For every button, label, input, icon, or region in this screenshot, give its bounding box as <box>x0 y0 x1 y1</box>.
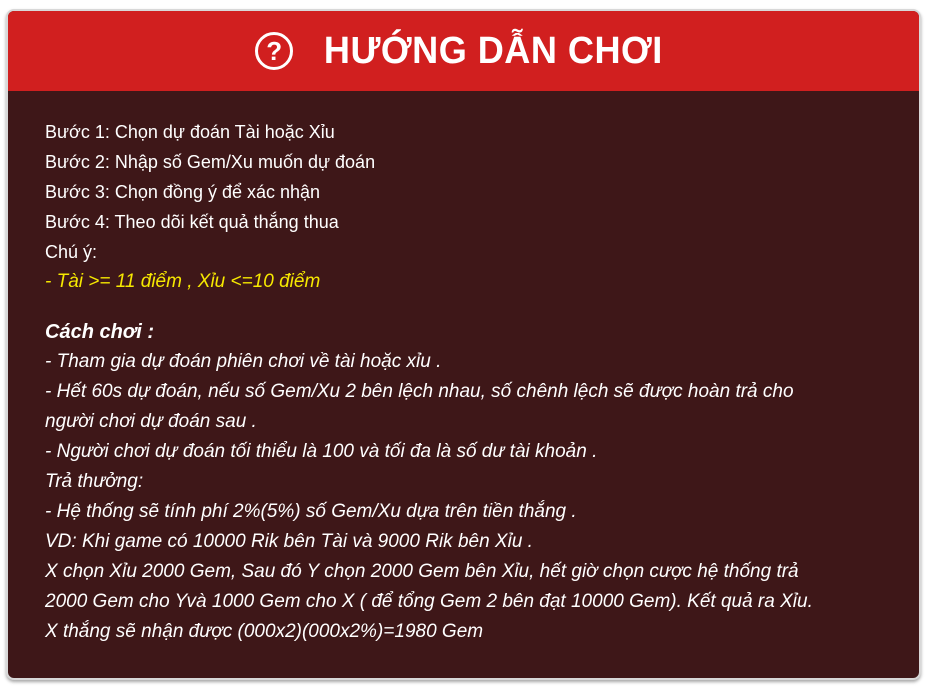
rule-line: X chọn Xỉu 2000 Gem, Sau đó Y chọn 2000 … <box>45 561 799 582</box>
rule-line: 2000 Gem cho Yvà 1000 Gem cho X ( để tổn… <box>45 591 813 612</box>
rule-line: - Hệ thống sẽ tính phí 2%(5%) số Gem/Xu … <box>45 501 577 522</box>
rule-line: - Người chơi dự đoán tối thiểu là 100 và… <box>45 441 598 462</box>
guide-content: Bước 1: Chọn dự đoán Tài hoặc Xỉu Bước 2… <box>8 91 919 647</box>
rules-heading: Cách chơi : <box>45 321 155 343</box>
page-title: HƯỚNG DẪN CHƠI <box>324 29 663 72</box>
rule-line: người chơi dự đoán sau . <box>45 411 257 432</box>
step-2: Bước 2: Nhập số Gem/Xu muốn dự đoán <box>45 152 376 172</box>
step-1: Bước 1: Chọn dự đoán Tài hoặc Xỉu <box>45 122 335 142</box>
note-label: Chú ý: <box>45 242 98 262</box>
rule-line: VD: Khi game có 10000 Rik bên Tài và 900… <box>45 531 533 552</box>
rule-line: - Hết 60s dự đoán, nếu số Gem/Xu 2 bên l… <box>45 381 794 402</box>
question-circle-icon: ? <box>255 32 294 70</box>
header: ? HƯỚNG DẪN CHƠI <box>8 11 919 91</box>
step-4: Bước 4: Theo dõi kết quả thắng thua <box>45 212 339 232</box>
guide-panel: ? HƯỚNG DẪN CHƠI Bước 1: Chọn dự đoán Tà… <box>6 9 921 680</box>
note-text: - Tài >= 11 điểm , Xỉu <=10 điểm <box>45 271 321 292</box>
rule-line: - Tham gia dự đoán phiên chơi về tài hoặ… <box>45 351 442 372</box>
step-3: Bước 3: Chọn đồng ý để xác nhận <box>45 182 321 202</box>
rule-line: X thắng sẽ nhận được (000x2)(000x2%)=198… <box>45 621 484 642</box>
rule-line: Trả thưởng: <box>45 471 144 492</box>
